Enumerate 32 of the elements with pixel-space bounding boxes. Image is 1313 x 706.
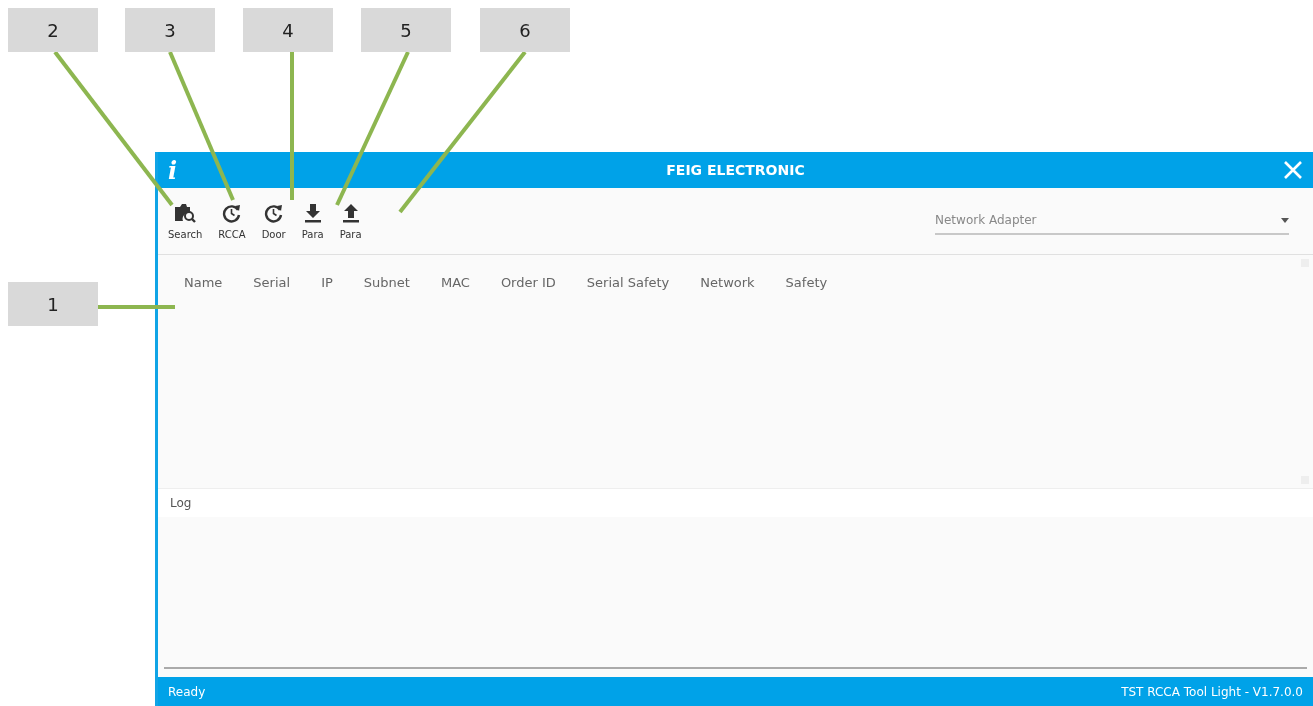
log-label: Log — [170, 496, 192, 510]
upload-button[interactable]: Para — [337, 200, 364, 242]
column-header[interactable]: Name — [184, 275, 223, 290]
dropdown-caret-icon — [1281, 217, 1289, 223]
column-header[interactable]: Order ID — [500, 275, 556, 290]
network-adapter-dropdown[interactable]: Network Adapter — [935, 213, 1281, 227]
folder-search-icon — [174, 203, 197, 223]
clock-refresh-icon — [263, 203, 284, 223]
upload-icon — [341, 203, 360, 223]
callout-label: 5 — [361, 8, 451, 52]
window-title: FEIG ELECTRONIC — [665, 162, 806, 178]
close-icon[interactable] — [1283, 160, 1303, 180]
download-icon — [303, 203, 322, 223]
column-header[interactable]: Serial Safety — [586, 275, 670, 290]
toolbar-button[interactable]: RCCA — [216, 200, 248, 242]
toolbar-button[interactable]: Search — [166, 200, 205, 242]
callout-label: 2 — [8, 8, 98, 52]
column-header[interactable]: Network — [700, 275, 755, 290]
version-text: TST RCCA Tool Light - V1.7.0.0 — [1121, 684, 1303, 699]
toolbar-button[interactable]: Door — [259, 200, 288, 242]
column-header[interactable]: Serial — [253, 275, 291, 290]
callout-label: 1 — [8, 282, 98, 326]
download-button[interactable]: Para — [299, 200, 326, 242]
status-text: Ready — [168, 684, 206, 699]
callout-label: 4 — [243, 8, 333, 52]
callout-label: 3 — [125, 8, 215, 52]
clock-refresh-icon — [222, 203, 242, 223]
callout-label: 6 — [480, 8, 570, 52]
column-header[interactable]: IP — [321, 275, 333, 290]
column-header[interactable]: Safety — [785, 275, 828, 290]
column-header[interactable]: MAC — [440, 275, 470, 290]
column-header[interactable]: Subnet — [363, 275, 410, 290]
